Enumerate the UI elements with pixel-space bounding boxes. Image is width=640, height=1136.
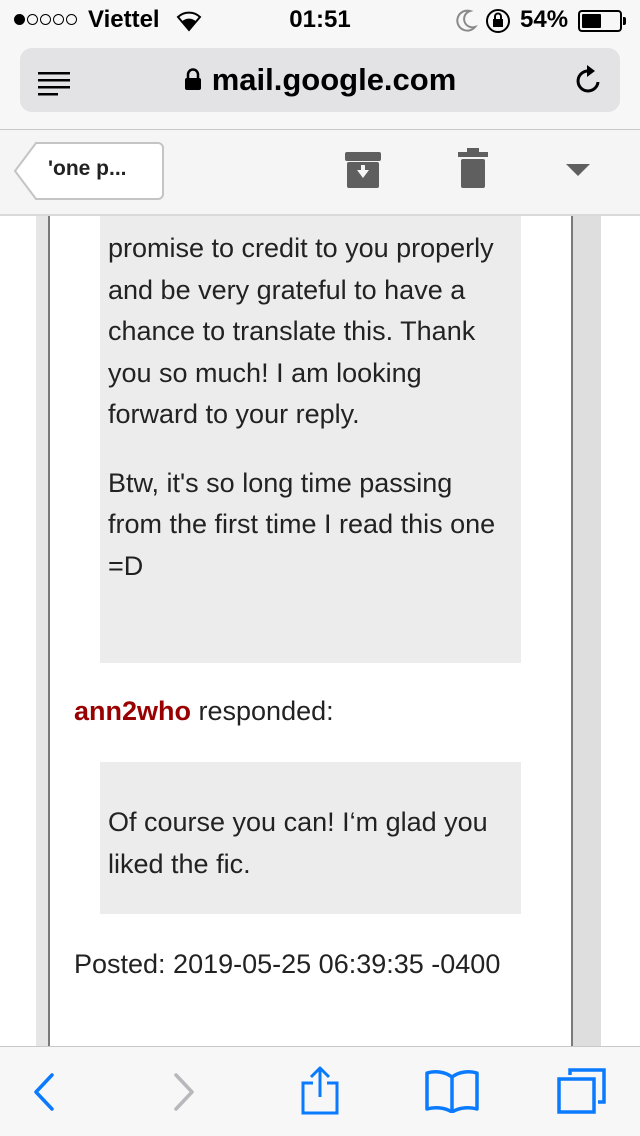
- address-bar[interactable]: mail.google.com: [20, 48, 620, 112]
- gmail-toolbar: 'one p...: [0, 130, 640, 216]
- reload-icon[interactable]: [574, 64, 604, 96]
- response-header: ann2who responded:: [74, 696, 334, 727]
- reply-box: Of course you can! I‘m glad you liked th…: [100, 762, 521, 914]
- responder-name[interactable]: ann2who: [74, 696, 191, 726]
- responded-label: responded:: [191, 696, 334, 726]
- quoted-comment: promise to credit to you properly and be…: [100, 216, 521, 663]
- quote-paragraph: Btw, it's so long time passing from the …: [108, 467, 496, 581]
- url-display[interactable]: mail.google.com: [20, 62, 620, 98]
- frame-border: [36, 216, 48, 1046]
- quote-paragraph: promise to credit to you properly and be…: [108, 233, 494, 429]
- rotation-lock-icon: [486, 9, 510, 33]
- back-chip-label: 'one p...: [48, 157, 127, 180]
- frame-border: [573, 216, 601, 1046]
- padlock-icon: [184, 68, 201, 90]
- battery-icon: [578, 10, 626, 32]
- tabs-icon[interactable]: [556, 1067, 608, 1115]
- share-icon[interactable]: [300, 1065, 340, 1115]
- forward-arrow-icon[interactable]: [172, 1073, 196, 1111]
- posted-timestamp: Posted: 2019-05-25 06:39:35 -0400: [74, 949, 501, 979]
- back-to-thread-button[interactable]: 'one p...: [14, 142, 164, 200]
- archive-icon[interactable]: [345, 152, 381, 188]
- status-bar: Viettel 01:51 54%: [0, 0, 640, 40]
- do-not-disturb-icon: [456, 9, 478, 32]
- bookmarks-icon[interactable]: [424, 1069, 480, 1113]
- browser-address-area: mail.google.com: [0, 40, 640, 130]
- quote-cut-line: [108, 216, 513, 228]
- frame-border: [48, 216, 50, 1046]
- chevron-down-icon[interactable]: [566, 164, 590, 176]
- url-text: mail.google.com: [211, 62, 457, 97]
- trash-icon[interactable]: [458, 148, 488, 188]
- message-body: promise to credit to you properly and be…: [0, 216, 640, 1046]
- back-arrow-icon[interactable]: [32, 1073, 56, 1111]
- battery-percent: 54%: [520, 6, 569, 33]
- safari-bottom-toolbar: [0, 1046, 640, 1136]
- reply-text: Of course you can! I‘m glad you liked th…: [108, 807, 488, 879]
